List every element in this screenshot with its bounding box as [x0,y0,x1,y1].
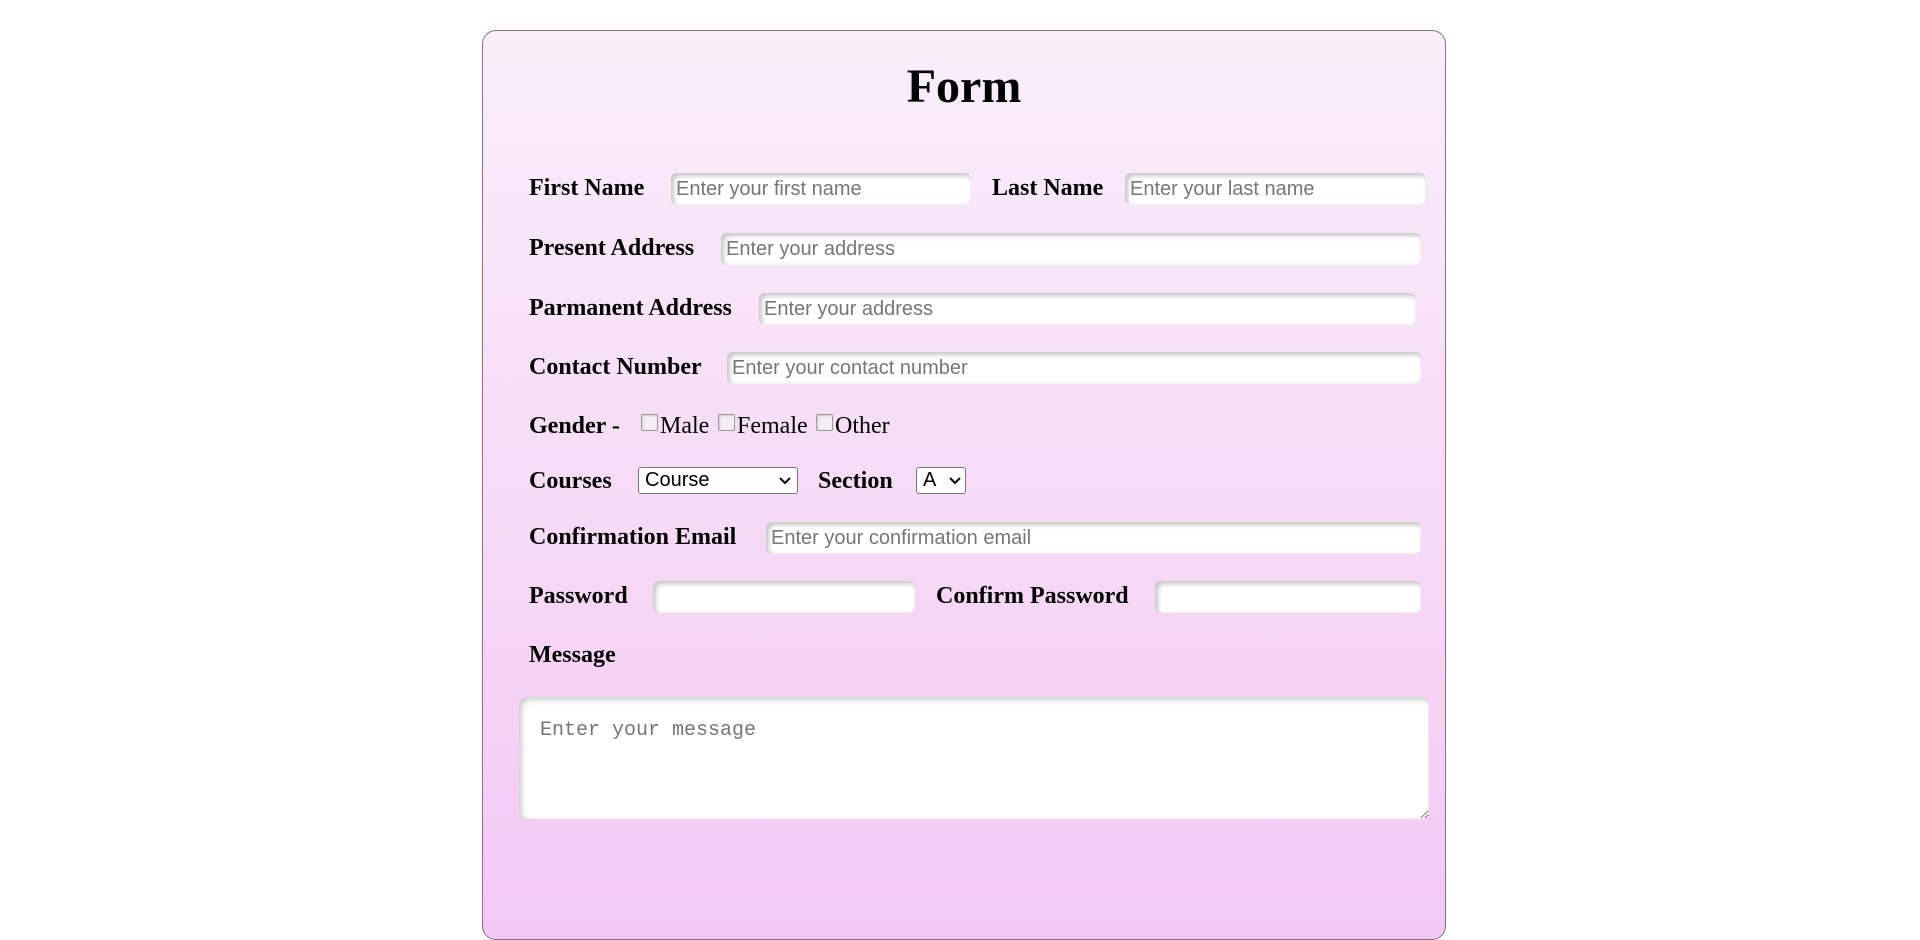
first-name-input[interactable] [671,173,971,205]
courses-selected-value: Course [645,469,710,491]
contact-number-input[interactable] [727,352,1421,384]
first-name-label: First Name [529,175,645,201]
gender-male-checkbox[interactable] [641,414,658,431]
form-card: Form First Name Last Name Present Addres… [482,30,1446,940]
courses-label: Courses [529,468,612,494]
contact-number-label: Contact Number [529,354,702,380]
courses-select[interactable]: Course [638,467,798,494]
permanent-address-input[interactable] [759,293,1416,325]
gender-male-label[interactable]: Male [660,414,709,438]
confirm-password-input[interactable] [1155,581,1421,613]
gender-other-checkbox[interactable] [816,414,833,431]
gender-label: Gender - [529,413,620,439]
last-name-input[interactable] [1125,173,1426,205]
gender-female-label[interactable]: Female [737,414,808,438]
confirmation-email-input[interactable] [766,522,1421,554]
password-label: Password [529,583,628,609]
section-select[interactable]: A [916,467,966,494]
last-name-label: Last Name [992,175,1104,201]
confirmation-email-label: Confirmation Email [529,524,737,550]
section-label: Section [818,468,893,494]
present-address-label: Present Address [529,235,695,261]
confirm-password-label: Confirm Password [936,583,1129,609]
password-input[interactable] [653,581,915,613]
gender-female-checkbox[interactable] [718,414,735,431]
chevron-down-icon [779,477,791,485]
form-title: Form [906,60,1022,113]
message-textarea[interactable] [519,697,1429,819]
message-label: Message [529,642,616,668]
permanent-address-label: Parmanent Address [529,295,732,321]
present-address-input[interactable] [721,233,1421,265]
chevron-down-icon [949,477,961,485]
section-selected-value: A [923,469,937,491]
gender-other-label[interactable]: Other [835,414,890,438]
